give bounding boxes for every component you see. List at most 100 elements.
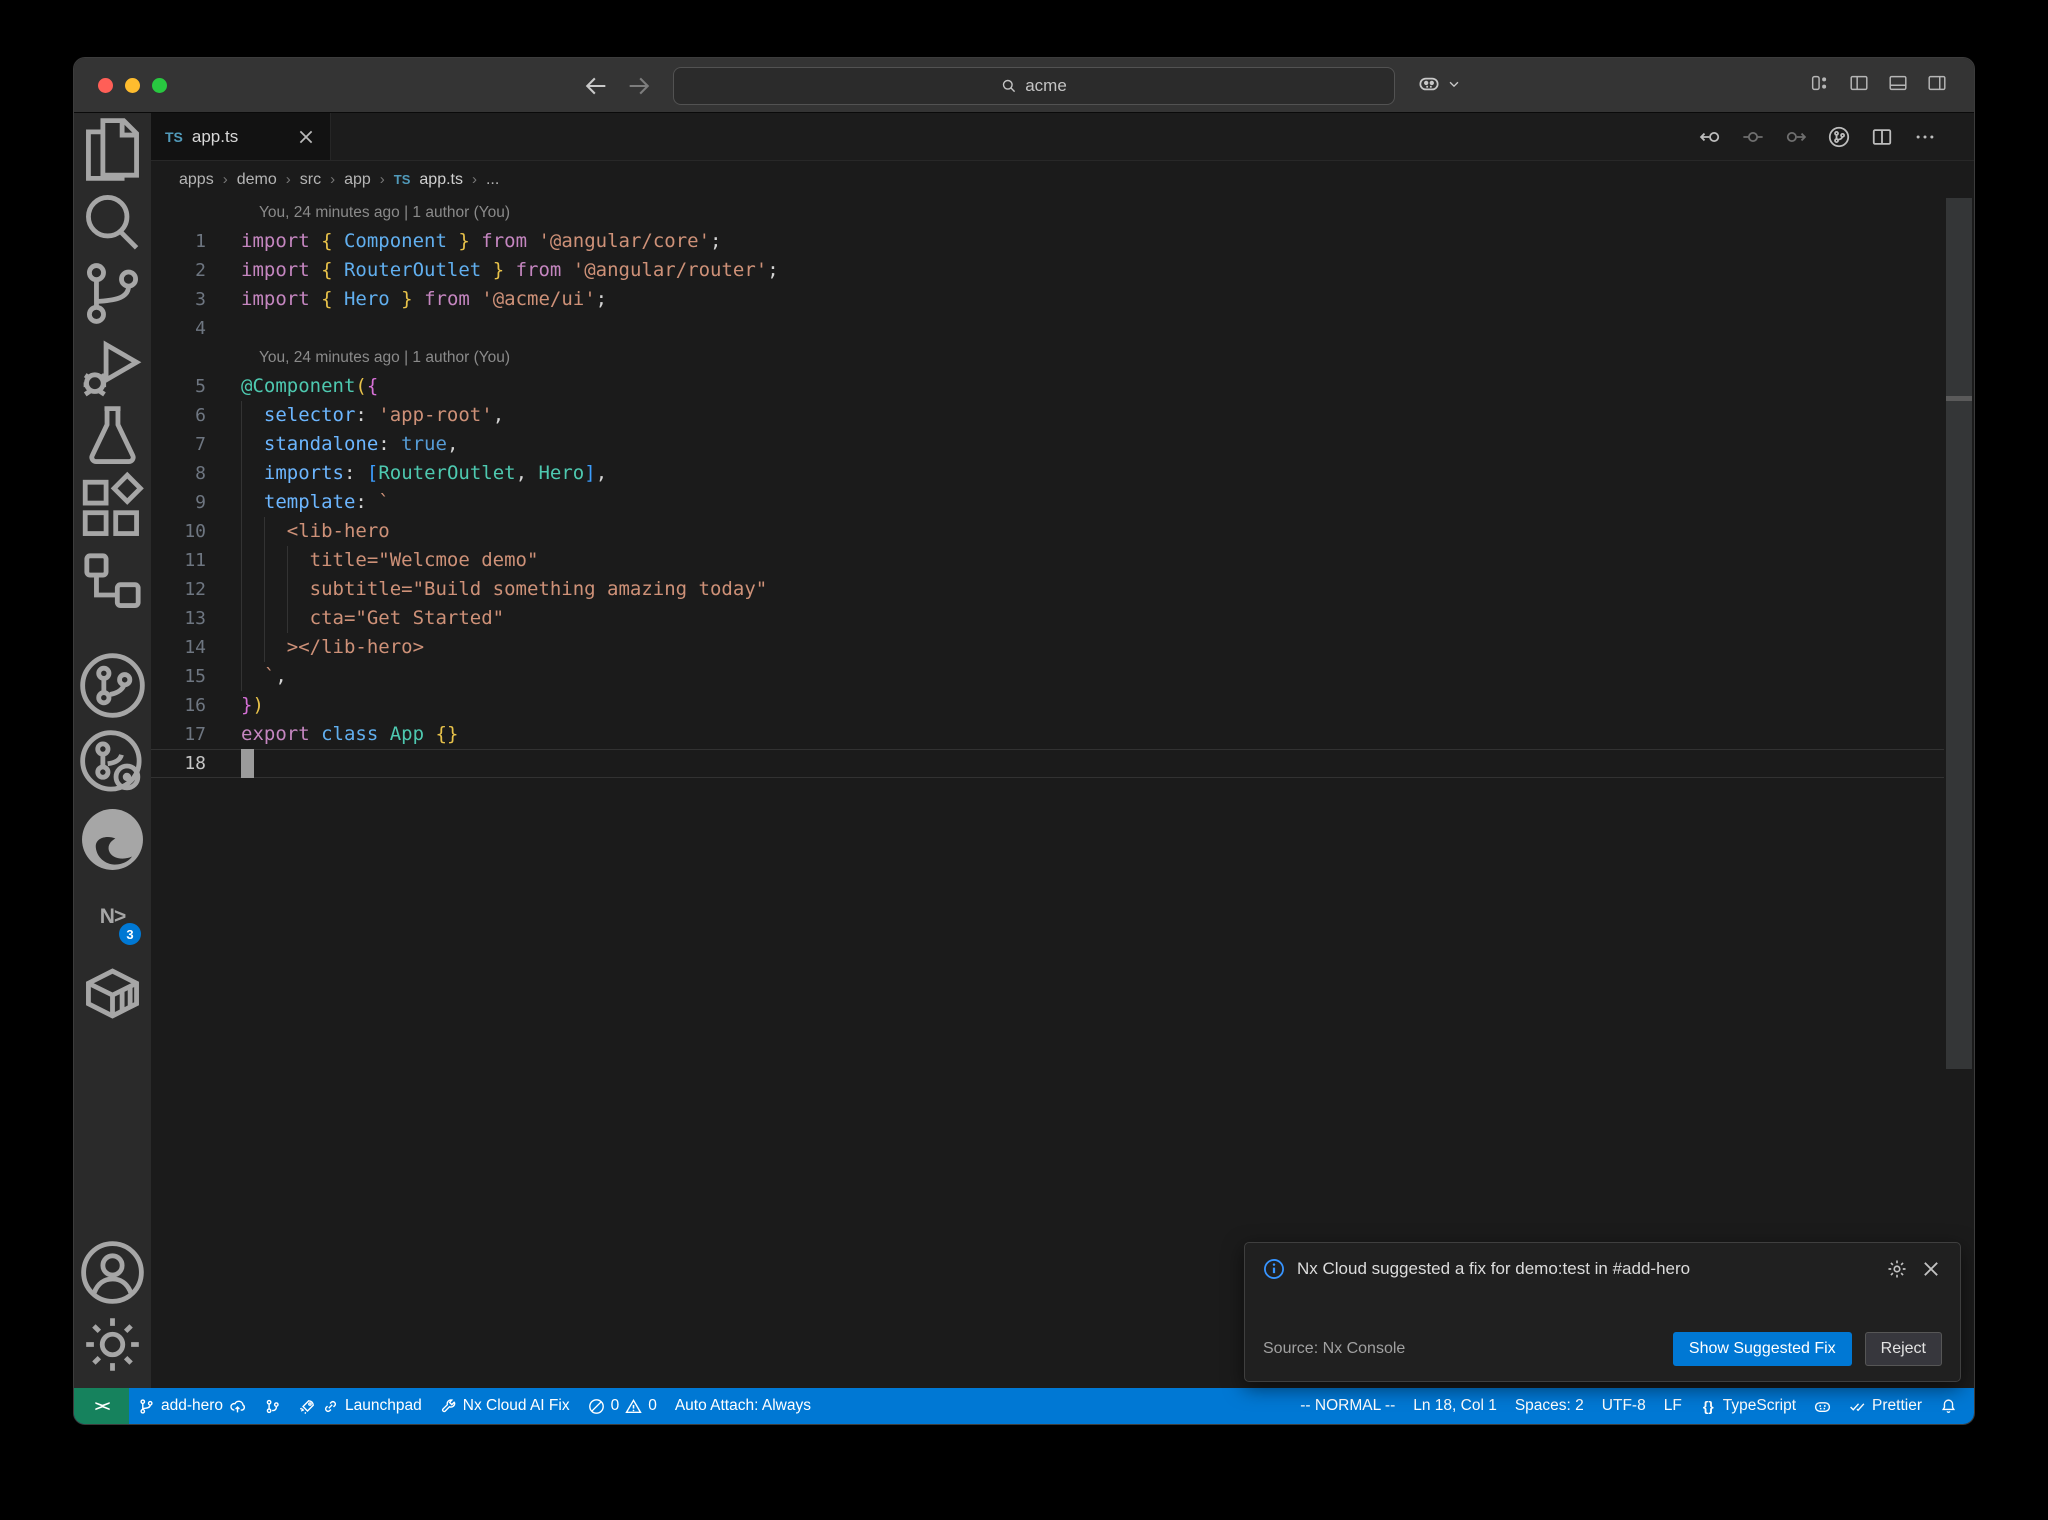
status-item-formatter[interactable]: Prettier [1840,1388,1931,1424]
status-item-copilot[interactable] [1805,1388,1840,1424]
tab-bar: TS app.ts [151,113,1974,161]
notification-close-icon[interactable] [1920,1258,1942,1280]
status-item-eol[interactable]: LF [1655,1388,1691,1424]
close-window-button[interactable] [98,78,113,93]
code-token: ( [355,375,367,397]
zoom-window-button[interactable] [152,78,167,93]
status-item-indentation[interactable]: Spaces: 2 [1506,1388,1593,1424]
code-token: } [446,723,459,745]
code-editor[interactable]: You, 24 minutes ago | 1 author (You) 1 imp… [151,198,1974,1388]
status-item-branch[interactable]: add-hero [129,1388,255,1424]
reject-button[interactable]: Reject [1864,1332,1942,1366]
editor-group: TS app.ts apps › demo › src › app › TS app.ts ›...… [151,113,1974,1388]
breadcrumb-item[interactable]: apps [179,171,214,189]
status-item-cursor-position[interactable]: Ln 18, Col 1 [1404,1388,1506,1424]
activity-item-run-debug[interactable] [74,329,151,401]
line-number: 15 [184,666,206,687]
more-actions-icon[interactable] [1914,126,1936,148]
prev-change-icon[interactable] [1699,126,1721,148]
notification-settings-icon[interactable] [1886,1258,1908,1280]
breadcrumb-separator: › [285,171,291,188]
split-editor-icon[interactable] [1871,126,1893,148]
status-bar: >< add-hero Launchpad Nx Cloud AI Fix 0 0 Aut… [74,1388,1974,1424]
code-text [241,749,254,778]
editor-cursor [241,749,254,778]
customize-layout-icon[interactable] [1809,72,1831,94]
code-token: template [263,491,356,513]
code-text: import { Component } from '@angular/core… [241,227,722,256]
activity-item-search[interactable] [74,185,151,257]
status-item-commit-graph[interactable] [255,1388,290,1424]
code-token: 'app-root' [378,404,493,426]
next-change-icon[interactable] [1785,126,1807,148]
activity-item-settings[interactable] [74,1308,151,1380]
code-text: template: ` [241,488,390,517]
code-token: : [378,433,402,455]
code-text: }) [241,691,264,720]
status-item-notifications[interactable] [1931,1388,1966,1424]
scrollbar-thumb[interactable] [1946,198,1972,1069]
code-token: @Component [241,375,356,397]
activity-item-containers[interactable] [74,955,151,1032]
status-item-nx-cloud-ai-fix[interactable]: Nx Cloud AI Fix [431,1388,579,1424]
commit-graph-icon [264,1398,281,1415]
code-token: } [389,288,413,310]
status-item-auto-attach[interactable]: Auto Attach: Always [666,1388,820,1424]
search-icon [74,183,151,260]
line-number: 11 [184,550,206,571]
navigate-forward-icon[interactable] [625,72,653,100]
status-item-problems[interactable]: 00 [579,1388,666,1424]
status-item-encoding[interactable]: UTF-8 [1593,1388,1655,1424]
gitlens-graph-icon[interactable] [1828,126,1850,148]
activity-bar: N> 3 [74,113,151,1388]
code-token: ; [710,230,722,252]
search-icon [1001,78,1017,94]
tab-app-ts[interactable]: TS app.ts [151,113,331,160]
activity-item-accounts[interactable] [74,1236,151,1308]
breadcrumb-separator: › [222,171,228,188]
line-number: 18 [184,753,206,774]
activity-item-hierarchy[interactable] [74,545,151,617]
activity-item-explorer[interactable] [74,113,151,185]
code-row: 13 cta="Get Started" [151,604,1944,633]
code-row: 11 title="Welcmoe demo" [151,546,1944,575]
activity-item-edge-browser[interactable] [74,801,151,878]
tab-close-icon[interactable] [296,127,316,147]
activity-item-gitlens[interactable] [74,647,151,724]
status-item-language[interactable]: {} TypeScript [1691,1388,1805,1424]
toggle-secondary-sidebar-icon[interactable] [1926,72,1948,94]
braces-icon: {} [1702,1398,1714,1414]
extensions-icon [74,471,151,548]
status-item-vim-mode[interactable]: -- NORMAL -- [1291,1388,1404,1424]
scrollbar-decoration [1946,396,1972,401]
activity-item-testing[interactable] [74,401,151,473]
activity-item-extensions[interactable] [74,471,151,548]
navigate-back-icon[interactable] [582,72,610,100]
bell-icon [1940,1398,1957,1415]
minimize-window-button[interactable] [125,78,140,93]
code-token: } [446,230,470,252]
code-token: } [241,694,253,716]
toggle-primary-sidebar-icon[interactable] [1848,72,1870,94]
activity-item-source-control[interactable] [74,257,151,329]
remote-indicator[interactable]: >< [74,1388,129,1424]
code-row: 6 selector: 'app-root', [151,401,1944,430]
breadcrumb-overflow[interactable]: ... [486,171,499,189]
breadcrumb-separator: › [330,171,336,188]
circle-branch-lg-icon [74,647,151,724]
activity-item-nx-console[interactable]: N> 3 [74,878,151,955]
activity-item-gitlens-search[interactable] [74,724,151,801]
breadcrumb-item[interactable]: src [300,171,321,189]
code-row: 9 template: ` [151,488,1944,517]
breadcrumb-file[interactable]: app.ts [419,171,463,189]
command-center-search[interactable]: acme [673,67,1395,105]
current-change-icon[interactable] [1742,126,1764,148]
toggle-panel-icon[interactable] [1887,72,1909,94]
show-suggested-fix-button[interactable]: Show Suggested Fix [1672,1332,1852,1366]
breadcrumb-item[interactable]: app [344,171,371,189]
code-row: 17 export class App {} [151,720,1944,749]
status-item-launchpad[interactable]: Launchpad [290,1388,431,1424]
copilot-menu[interactable] [1416,71,1461,97]
breadcrumb-item[interactable]: demo [237,171,277,189]
